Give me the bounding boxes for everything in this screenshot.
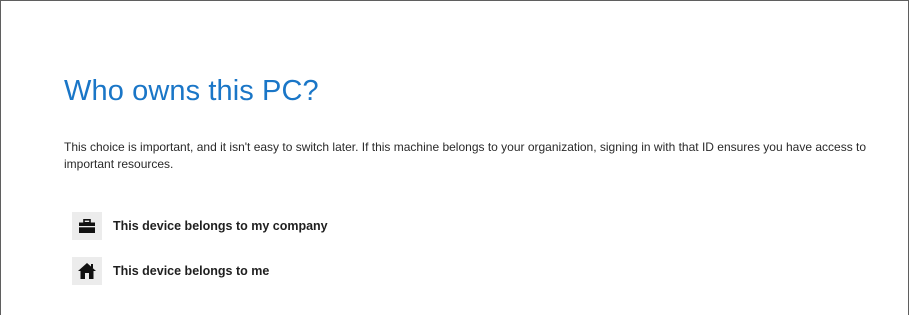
page-description: This choice is important, and it isn't e…	[64, 140, 867, 171]
option-company-label: This device belongs to my company	[113, 219, 328, 233]
option-company-icon-box	[72, 212, 102, 240]
option-personal[interactable]: This device belongs to me	[72, 257, 269, 285]
setup-window: Who owns this PC? This choice is importa…	[0, 0, 909, 315]
page-title: Who owns this PC?	[64, 75, 319, 107]
briefcase-icon	[79, 219, 95, 233]
home-icon	[78, 263, 96, 279]
option-personal-icon-box	[72, 257, 102, 285]
option-personal-label: This device belongs to me	[113, 264, 270, 278]
option-company[interactable]: This device belongs to my company	[72, 212, 328, 240]
